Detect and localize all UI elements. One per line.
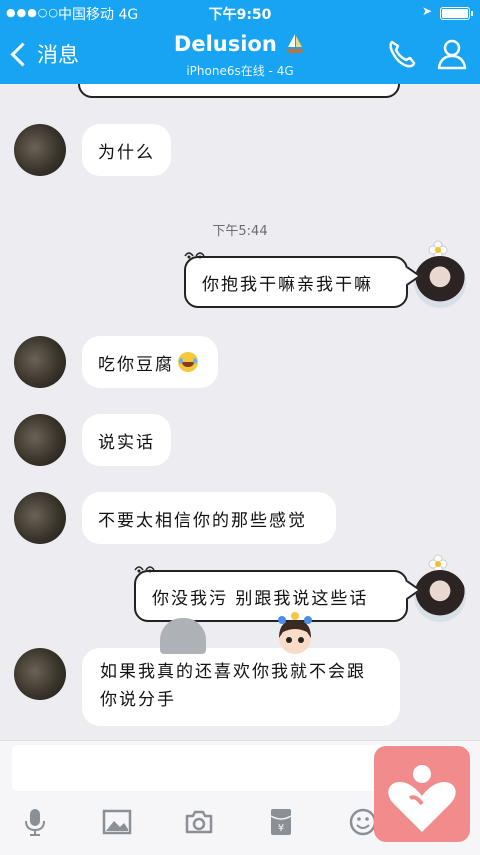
contact-avatar[interactable] (14, 336, 66, 388)
my-avatar[interactable] (414, 570, 466, 622)
mic-icon[interactable] (20, 807, 50, 837)
girl-sticker (278, 612, 312, 654)
red-packet-icon[interactable]: ¥ (266, 807, 296, 837)
floating-app-badge[interactable] (374, 746, 470, 842)
my-avatar[interactable] (414, 256, 466, 308)
message-text-line: 你说分手 (100, 690, 176, 710)
message-bubble-received[interactable]: 不要太相信你的那些感觉 (82, 492, 336, 544)
status-bar: ●●●○○ 中国移动 4G 下午9:50 ➤ (0, 0, 480, 26)
contact-avatar[interactable] (14, 414, 66, 466)
location-icon: ➤ (422, 4, 433, 18)
message-text-line: 如果我真的还喜欢你我就不会跟 (100, 662, 366, 682)
message-bubble-received[interactable]: 为什么 (82, 124, 171, 176)
status-time: 下午9:50 (208, 7, 272, 23)
message-timestamp: 下午5:44 (212, 224, 268, 239)
message-text: 吃你豆腐 (98, 354, 174, 375)
message-bubble-received[interactable]: 吃你豆腐 (82, 336, 218, 388)
message-text: 你没我污 别跟我说这些话 (152, 588, 369, 609)
camera-icon[interactable] (184, 807, 214, 837)
phone-icon[interactable] (384, 36, 420, 72)
message-bubble-sent[interactable]: 你抱我干嘛亲我干嘛 (184, 252, 422, 308)
bubble-eyes-decoration (134, 566, 155, 573)
message-text: 你抱我干嘛亲我干嘛 (202, 274, 373, 295)
profile-icon[interactable] (434, 36, 470, 72)
message-bubble-sent[interactable]: 你没我污 别跟我说这些话 (134, 566, 422, 622)
contact-avatar[interactable] (14, 124, 66, 176)
image-icon[interactable] (102, 807, 132, 837)
message-bubble-received[interactable]: 说实话 (82, 414, 171, 466)
chat-area[interactable]: 为什么 下午5:44 你抱我干嘛亲我干嘛 吃你豆腐 说实话 不要太相信你的那些感… (0, 84, 480, 740)
battery-icon (440, 7, 473, 20)
contact-avatar[interactable] (14, 648, 66, 700)
message-text: 不要太相信你的那些感觉 (98, 510, 307, 531)
nav-bar: 消息 Delusion iPhone6s在线 - 4G (0, 26, 480, 84)
contact-avatar[interactable] (14, 492, 66, 544)
previous-bubble-fragment (78, 84, 400, 98)
chat-title-text: Delusion (173, 32, 277, 56)
laughing-tears-emoji-icon (178, 352, 198, 372)
message-text: 说实话 (98, 432, 155, 453)
message-text: 为什么 (98, 142, 155, 163)
bubble-eyes-decoration (184, 252, 205, 259)
message-bubble-received[interactable]: 如果我真的还喜欢你我就不会跟 你说分手 (82, 648, 400, 726)
svg-text:¥: ¥ (278, 823, 284, 834)
heart-person-icon (388, 765, 456, 832)
ghost-sticker (160, 618, 206, 654)
sailboat-icon (286, 34, 305, 53)
